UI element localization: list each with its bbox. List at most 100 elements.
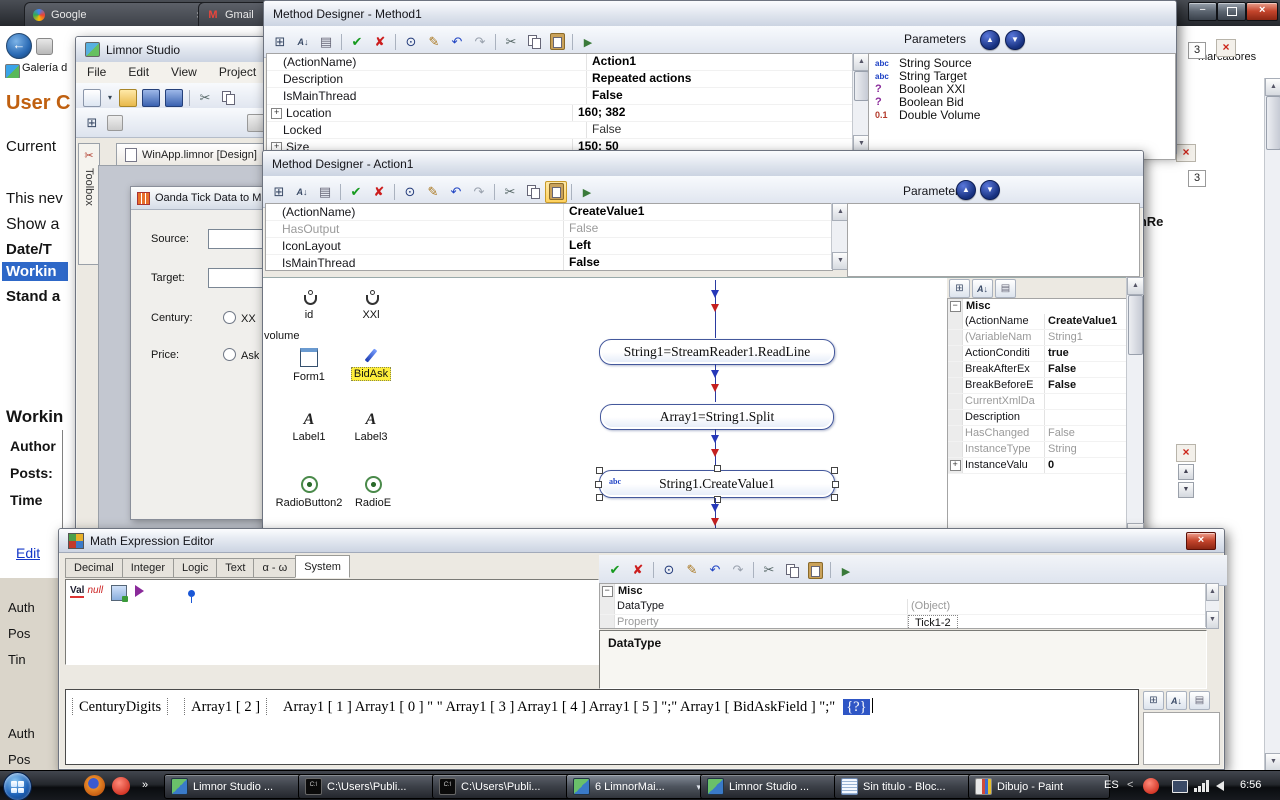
move-down-button[interactable] xyxy=(1005,30,1025,50)
property-row[interactable]: DescriptionRepeated actions xyxy=(267,71,853,88)
property-row[interactable]: (ActionName)Action1 xyxy=(267,54,853,71)
open-icon[interactable] xyxy=(117,87,139,109)
show-hidden-icons-chevron[interactable]: < xyxy=(1127,779,1133,791)
quicklaunch-overflow-icon[interactable]: » xyxy=(142,779,148,791)
tab-text[interactable]: Text xyxy=(216,558,254,578)
property-row[interactable]: DataType(Object) xyxy=(600,599,1206,615)
radio-icon[interactable] xyxy=(223,348,236,361)
toolbox-tab[interactable]: Toolbox xyxy=(78,143,100,265)
undo-icon[interactable] xyxy=(445,181,467,203)
ok-icon[interactable] xyxy=(345,181,367,203)
scroll-down-icon[interactable]: ▼ xyxy=(1178,482,1194,498)
property-pages-icon[interactable] xyxy=(995,279,1016,298)
undo-icon[interactable] xyxy=(704,559,726,581)
paste-icon[interactable] xyxy=(546,31,568,53)
property-value[interactable]: False xyxy=(587,88,853,104)
copy-icon[interactable] xyxy=(217,87,239,109)
redo-icon[interactable] xyxy=(469,31,491,53)
ok-icon[interactable] xyxy=(346,31,368,53)
property-value[interactable]: (Object) xyxy=(908,599,1206,614)
align-icon[interactable] xyxy=(104,112,126,134)
copy-icon[interactable] xyxy=(781,559,803,581)
categorized-icon[interactable] xyxy=(949,279,970,298)
property-row[interactable]: BreakAfterExFalse xyxy=(948,362,1127,378)
nav-icon[interactable] xyxy=(36,38,53,55)
property-row[interactable]: IconLayoutLeft xyxy=(266,238,832,255)
alphabetical-icon[interactable] xyxy=(972,279,993,298)
flow-node-split[interactable]: Array1=String1.Split xyxy=(600,404,834,430)
cancel-icon[interactable] xyxy=(627,559,649,581)
tray-volume-icon[interactable] xyxy=(1216,781,1224,791)
alphabetical-icon[interactable] xyxy=(292,31,314,53)
back-button[interactable] xyxy=(6,33,32,59)
property-row[interactable]: InstanceValu0 xyxy=(948,458,1127,474)
val-icon[interactable]: Val xyxy=(70,585,84,598)
property-row[interactable]: CurrentXmlDa xyxy=(948,394,1127,410)
collapse-icon[interactable] xyxy=(950,301,961,312)
propgrid-scrollbar[interactable]: ▲ ▼ xyxy=(1205,583,1219,627)
flow-node-readline[interactable]: String1=StreamReader1.ReadLine xyxy=(599,339,835,365)
maximize-button[interactable] xyxy=(1217,2,1246,21)
tray-network-icon[interactable] xyxy=(1194,780,1210,792)
property-value[interactable]: CreateValue1 xyxy=(1045,314,1127,329)
expand-icon[interactable] xyxy=(271,108,282,119)
bookmark-item[interactable]: Galería d xyxy=(22,62,74,74)
toolbox-item-form1[interactable]: Form1 xyxy=(283,348,335,383)
browser-tab-google[interactable]: Google xyxy=(24,2,212,26)
toolbox-item-label3[interactable]: Label3 xyxy=(345,412,397,443)
grid-edit-icon[interactable] xyxy=(111,585,127,601)
selection-handle[interactable] xyxy=(595,481,602,488)
scroll-down-icon[interactable]: ▼ xyxy=(1265,753,1280,771)
property-row[interactable]: BreakBeforeEFalse xyxy=(948,378,1127,394)
edit-link[interactable]: Edit xyxy=(16,545,40,561)
move-up-button[interactable] xyxy=(956,180,976,200)
scrollbar-thumb[interactable] xyxy=(1128,295,1143,355)
edit-icon[interactable] xyxy=(681,559,703,581)
taskbar-button-paint[interactable]: Dibujo - Paint xyxy=(968,774,1110,799)
collapse-icon[interactable] xyxy=(602,586,613,597)
taskbar-button-notepad[interactable]: Sin titulo - Bloc... xyxy=(834,774,976,799)
cut-icon[interactable] xyxy=(499,181,521,203)
category-row[interactable]: Misc xyxy=(948,299,1127,314)
scroll-up-icon[interactable]: ▲ xyxy=(1127,277,1144,295)
quicklaunch-icon[interactable] xyxy=(112,777,130,795)
taskbar-button-console2[interactable]: C:\Users\Publi... xyxy=(432,774,574,799)
scrollbar-thumb[interactable] xyxy=(1266,96,1280,150)
close-icon[interactable] xyxy=(1176,444,1196,462)
tray-status-icon[interactable] xyxy=(1143,778,1159,794)
property-row[interactable]: (VariableNamString1 xyxy=(948,330,1127,346)
run-icon[interactable] xyxy=(576,181,598,203)
copy-icon[interactable] xyxy=(522,181,544,203)
tab-greek[interactable]: α - ω xyxy=(253,558,296,578)
property-row[interactable]: Description xyxy=(948,410,1127,426)
alphabetical-icon[interactable] xyxy=(1166,691,1187,710)
taskbar-button-limnor-group[interactable]: 6 LimnorMai... xyxy=(566,774,708,799)
copy-icon[interactable] xyxy=(523,31,545,53)
selection-handle[interactable] xyxy=(832,481,839,488)
scroll-up-icon[interactable]: ▲ xyxy=(1178,464,1194,480)
cancel-icon[interactable] xyxy=(369,31,391,53)
property-pages-icon[interactable] xyxy=(1189,691,1210,710)
property-value[interactable]: 160; 382 xyxy=(573,105,853,121)
selection-handle[interactable] xyxy=(596,467,603,474)
toolbox-item-radiobutton2[interactable]: RadioButton2 xyxy=(267,476,351,509)
expression-placeholder[interactable]: {?} xyxy=(843,699,869,715)
toolbox-item-radioe[interactable]: RadioE xyxy=(351,476,395,509)
chevron-down-icon[interactable] xyxy=(104,87,116,109)
property-value[interactable]: Action1 xyxy=(587,54,853,70)
property-value[interactable]: False xyxy=(1045,362,1127,377)
property-row[interactable]: ActionCondititrue xyxy=(948,346,1127,362)
taskbar-button-limnor1[interactable]: Limnor Studio ... xyxy=(164,774,306,799)
scroll-up-icon[interactable]: ▲ xyxy=(1265,78,1280,96)
taskbar-button-console1[interactable]: C:\Users\Publi... xyxy=(298,774,440,799)
redo-icon[interactable] xyxy=(727,559,749,581)
property-value[interactable]: Repeated actions xyxy=(587,71,853,87)
flowchart-canvas[interactable]: String1=StreamReader1.ReadLine Array1=St… xyxy=(394,277,947,541)
close-icon[interactable] xyxy=(1216,39,1236,57)
save-icon[interactable] xyxy=(140,87,162,109)
property-value[interactable]: 0 xyxy=(1045,458,1127,473)
run-icon[interactable] xyxy=(577,31,599,53)
property-row[interactable]: LockedFalse xyxy=(267,122,853,139)
parameter-item[interactable]: abcString Target xyxy=(869,70,1175,83)
menu-edit[interactable]: Edit xyxy=(117,62,160,83)
